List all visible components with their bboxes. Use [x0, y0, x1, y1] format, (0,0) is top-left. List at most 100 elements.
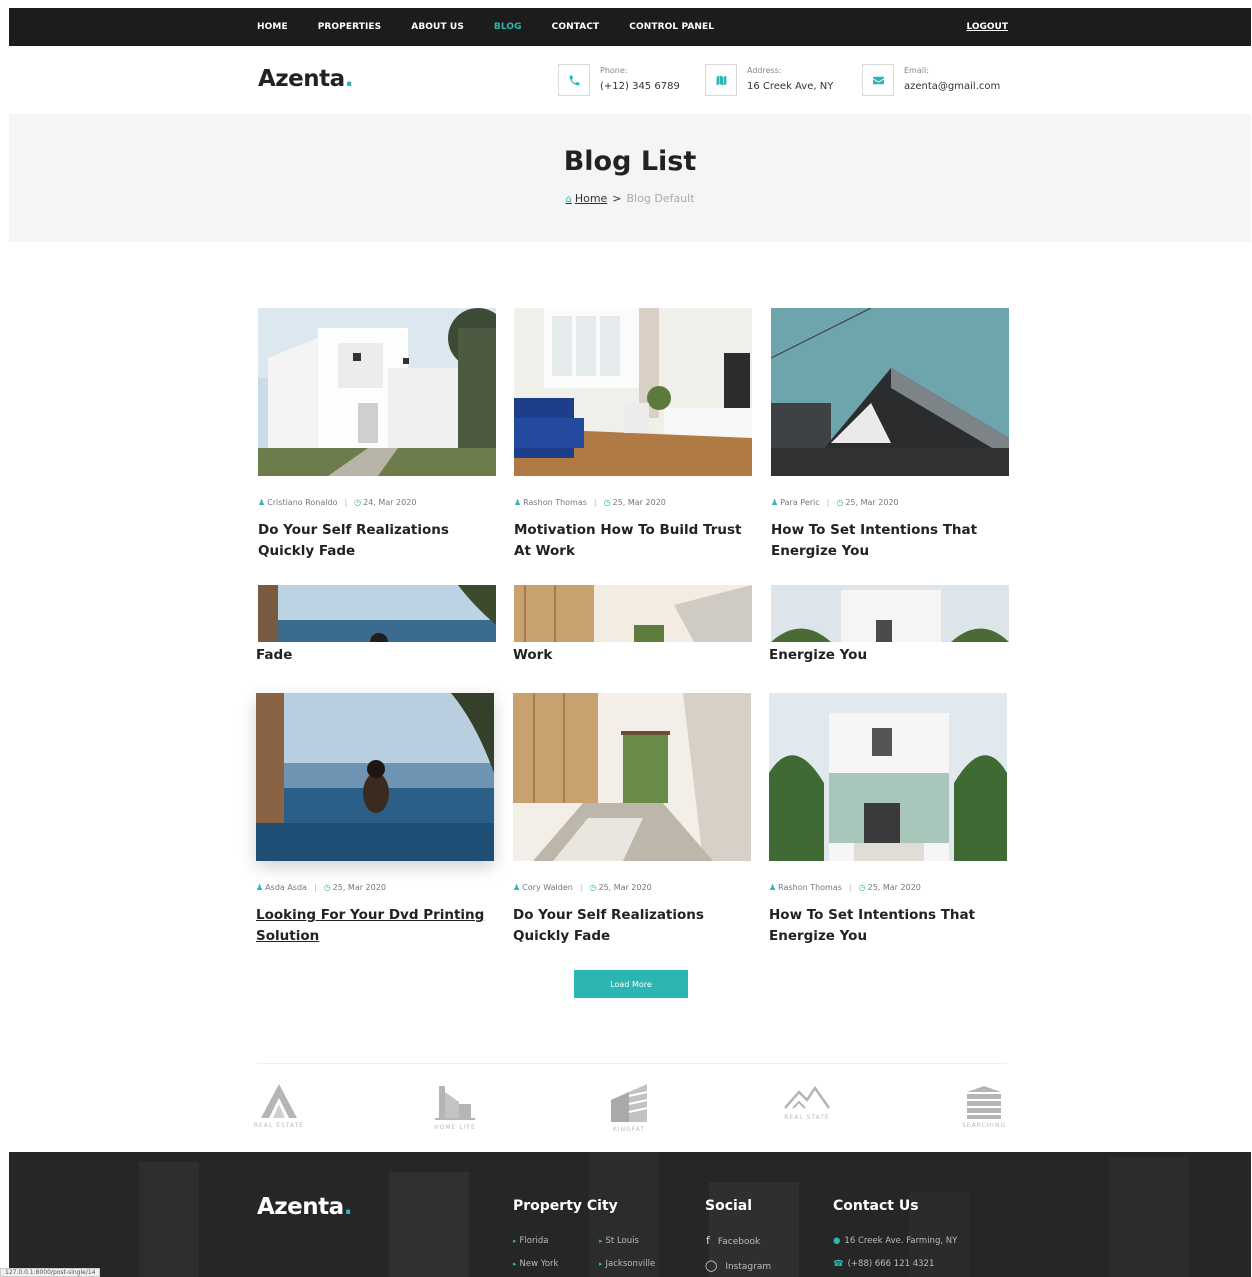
post-title-partial[interactable]: Fade [256, 647, 292, 663]
post-author[interactable]: Rashon Thomas [778, 883, 842, 892]
top-navbar: HOME PROPERTIES ABOUT US BLOG CONTACT CO… [9, 8, 1251, 46]
phone-icon: ☎ [833, 1259, 844, 1269]
post-meta: ♟ Rashon Thomas | ◷ 25, Mar 2020 [769, 883, 921, 892]
post-date: 24, Mar 2020 [363, 498, 417, 507]
footer-link-instagram[interactable]: ◯ Instagram [705, 1259, 771, 1272]
page-title: Blog List [563, 146, 697, 177]
post-author[interactable]: Cory Walden [522, 883, 573, 892]
logout-link[interactable]: LOGOUT [966, 8, 1008, 46]
browser-status-url: 127.0.0.1:8000/post-single/14 [0, 1268, 101, 1277]
nav-contact[interactable]: CONTACT [552, 22, 600, 32]
clock-icon: ◷ [323, 883, 331, 892]
post-meta: ♟ Cristiano Ronaldo | ◷ 24, Mar 2020 [258, 498, 417, 507]
nav-control-panel[interactable]: CONTROL PANEL [629, 22, 714, 32]
footer-link-jacksonville[interactable]: ▸ Jacksonville [599, 1259, 655, 1269]
caret-right-icon: ▸ [599, 1237, 603, 1245]
post-image-strip-pool[interactable] [258, 585, 496, 642]
site-logo[interactable]: Azenta. [258, 66, 353, 92]
post-image-strip-villa[interactable] [771, 585, 1009, 642]
building-logo-icon [435, 1086, 475, 1120]
caret-right-icon: ▸ [513, 1260, 517, 1268]
post-title[interactable]: How To Set Intentions That Energize You [769, 905, 1007, 947]
nav-about-us[interactable]: ABOUT US [411, 22, 464, 32]
post-title-partial[interactable]: Work [513, 647, 552, 663]
footer-link-florida[interactable]: ▸ Florida [513, 1236, 548, 1246]
user-icon: ♟ [514, 498, 522, 507]
footer-contact-address: ● 16 Creek Ave. Farming, NY [833, 1236, 958, 1246]
house-stripes-logo-icon [611, 1084, 648, 1122]
post-image-white-mansion[interactable] [769, 693, 1007, 861]
email-label: Email: [904, 66, 929, 75]
clock-icon: ◷ [603, 498, 611, 507]
phone-value: (+12) 345 6789 [600, 81, 680, 92]
clock-icon: ◷ [858, 883, 866, 892]
site-footer: Azenta. Property City ▸ Florida ▸ St Louis… [9, 1152, 1251, 1277]
post-image-pool-woman[interactable] [256, 693, 494, 861]
post-title[interactable]: How To Set Intentions That Energize You [771, 520, 1009, 562]
map-pin-icon: ● [833, 1236, 841, 1246]
home-icon: ⌂ [565, 194, 572, 205]
partner-logo-kingfat[interactable]: KINGFAT [584, 1082, 674, 1138]
envelope-icon [862, 64, 894, 96]
nav-properties[interactable]: PROPERTIES [318, 22, 382, 32]
mountain-logo-icon [784, 1085, 831, 1109]
post-author[interactable]: Asda Asda [265, 883, 307, 892]
phone-icon [558, 64, 590, 96]
post-image-kitchen[interactable] [513, 693, 751, 861]
facebook-icon: f [706, 1234, 710, 1247]
triangle-logo-icon [261, 1084, 297, 1118]
email-value: azenta@gmail.com [904, 81, 1001, 92]
post-author[interactable]: Para Peric [780, 498, 819, 507]
clock-icon: ◷ [589, 883, 597, 892]
post-title-partial[interactable]: Energize You [769, 647, 867, 663]
blog-card: ♟ Cory Walden | ◷ 25, Mar 2020 Do Your Self … [513, 693, 751, 947]
post-image-living-room[interactable] [514, 308, 752, 476]
partner-logo-home-life[interactable]: HOME LIFE [410, 1082, 500, 1138]
breadcrumb-separator: > [612, 192, 622, 205]
post-meta: ♟ Para Peric | ◷ 25, Mar 2020 [771, 498, 899, 507]
breadcrumb-current: Blog Default [626, 192, 695, 205]
footer-logo[interactable]: Azenta. [257, 1194, 352, 1220]
blog-card: ♟ Para Peric | ◷ 25, Mar 2020 How To Set Int… [771, 308, 1009, 562]
blog-card: ♟ Asda Asda | ◷ 25, Mar 2020 Looking For You… [256, 693, 494, 947]
post-title[interactable]: Do Your Self Realizations Quickly Fade [258, 520, 496, 562]
footer-heading-property-city: Property City [513, 1198, 618, 1214]
blog-card: ♟ Rashon Thomas | ◷ 25, Mar 2020 Motivation … [514, 308, 752, 562]
post-title[interactable]: Do Your Self Realizations Quickly Fade [513, 905, 751, 947]
breadcrumb: ⌂ Home > Blog Default [9, 192, 1251, 205]
post-image-dark-house[interactable] [771, 308, 1009, 476]
post-date: 25, Mar 2020 [612, 498, 666, 507]
load-more-button[interactable]: Load More [574, 970, 688, 998]
partner-logo-searching[interactable]: SEARCHING [939, 1082, 1029, 1138]
partner-logo-real-estate[interactable]: REAL ESTATE [234, 1082, 324, 1138]
post-title[interactable]: Motivation How To Build Trust At Work [514, 520, 752, 562]
address-label: Address: [747, 66, 782, 75]
clock-icon: ◷ [836, 498, 844, 507]
footer-link-new-york[interactable]: ▸ New York [513, 1259, 558, 1269]
post-date: 25, Mar 2020 [845, 498, 899, 507]
post-title[interactable]: Looking For Your Dvd Printing Solution [256, 905, 494, 947]
nav-blog[interactable]: BLOG [494, 22, 522, 32]
post-author[interactable]: Rashon Thomas [523, 498, 587, 507]
page-banner: Blog List ⌂ Home > Blog Default [9, 114, 1251, 242]
post-image-white-villa[interactable] [258, 308, 496, 476]
breadcrumb-home[interactable]: ⌂ Home [565, 192, 607, 205]
blog-card: ♟ Cristiano Ronaldo | ◷ 24, Mar 2020 Do Your… [258, 308, 496, 562]
user-icon: ♟ [769, 883, 777, 892]
footer-heading-contact: Contact Us [833, 1198, 919, 1214]
clock-icon: ◷ [354, 498, 362, 507]
instagram-icon: ◯ [705, 1259, 718, 1272]
phone-label: Phone: [600, 66, 628, 75]
footer-link-facebook[interactable]: f Facebook [706, 1234, 760, 1247]
footer-heading-social: Social [705, 1198, 753, 1214]
post-meta: ♟ Rashon Thomas | ◷ 25, Mar 2020 [514, 498, 666, 507]
caret-right-icon: ▸ [599, 1260, 603, 1268]
post-author[interactable]: Cristiano Ronaldo [267, 498, 337, 507]
partner-logo-real-state[interactable]: REAL STATE [762, 1082, 852, 1138]
section-divider [257, 1063, 1007, 1064]
post-date: 25, Mar 2020 [332, 883, 386, 892]
nav-home[interactable]: HOME [257, 22, 288, 32]
footer-contact-phone[interactable]: ☎ (+88) 666 121 4321 [833, 1259, 934, 1269]
post-image-strip-kitchen[interactable] [514, 585, 752, 642]
footer-link-st-louis[interactable]: ▸ St Louis [599, 1236, 639, 1246]
